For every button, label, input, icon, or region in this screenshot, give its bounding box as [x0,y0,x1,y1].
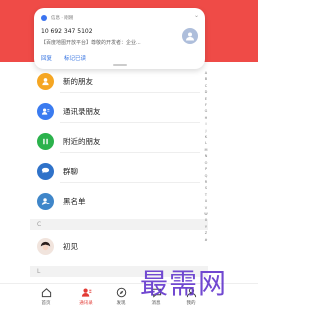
nav-label: 首页 [41,301,51,306]
row-label: 新的朋友 [63,76,93,86]
notification-handle [113,64,127,66]
nearby-friends-row[interactable]: 附近的朋友 [0,129,200,153]
blacklist-row[interactable]: 黑名单 [0,189,200,213]
divider [60,122,200,123]
nav-label: 通讯录 [79,301,93,306]
divider [60,152,200,153]
nav-contacts[interactable]: 通讯录 [69,287,103,306]
section-header-c: C [30,219,208,230]
sms-notification[interactable]: 信息 · 刚刚 ⌄ 10 692 347 5102 【百度地图开放平台】尊敬的开… [34,8,205,69]
watermark-logo: 最需网 [140,267,228,300]
row-label: 通讯录朋友 [63,106,101,116]
divider [60,92,200,93]
divider [60,182,200,183]
nav-label: 发现 [116,301,126,306]
notification-sender: 10 692 347 5102 [41,28,93,35]
chevron-down-icon[interactable]: ⌄ [194,12,199,19]
group-chat-icon [37,162,54,180]
contact-name: 初见 [63,241,78,251]
reply-button[interactable]: 回复 [41,54,52,62]
address-book-icon [37,102,54,120]
discover-icon [116,287,126,298]
message-app-icon [41,15,47,21]
contacts-icon [81,288,91,297]
home-icon [41,288,51,298]
blacklist-icon [37,192,54,210]
address-book-friends-row[interactable]: 通讯录朋友 [0,99,200,123]
nearby-icon [37,132,54,150]
group-chat-row[interactable]: 群聊 [0,159,200,183]
nav-discover[interactable]: 发现 [104,287,138,306]
row-label: 附近的朋友 [63,136,101,146]
alphabet-index[interactable]: A B C D E F G H I J K L M N O P Q R S T … [202,70,210,243]
notification-header: 信息 · 刚刚 [41,15,73,21]
row-label: 黑名单 [63,196,86,206]
new-friends-row[interactable]: 新的朋友 [0,69,200,93]
contact-row-chujian[interactable]: 初见 [0,234,200,258]
notification-body: 【百度地图开放平台】尊敬的开发者：企业... [41,40,141,46]
contacts-screen: 信息 · 刚刚 ⌄ 10 692 347 5102 【百度地图开放平台】尊敬的开… [0,0,258,315]
nav-home[interactable]: 首页 [29,287,63,306]
notification-app-name: 信息 · 刚刚 [51,16,74,21]
notification-actions: 回复 标记已读 [41,54,86,62]
notification-avatar-icon [182,28,198,44]
avatar-icon [37,237,54,255]
row-label: 群聊 [63,166,78,176]
person-add-icon [37,72,54,90]
mark-read-button[interactable]: 标记已读 [64,54,86,62]
index-letter[interactable]: # [205,237,208,243]
